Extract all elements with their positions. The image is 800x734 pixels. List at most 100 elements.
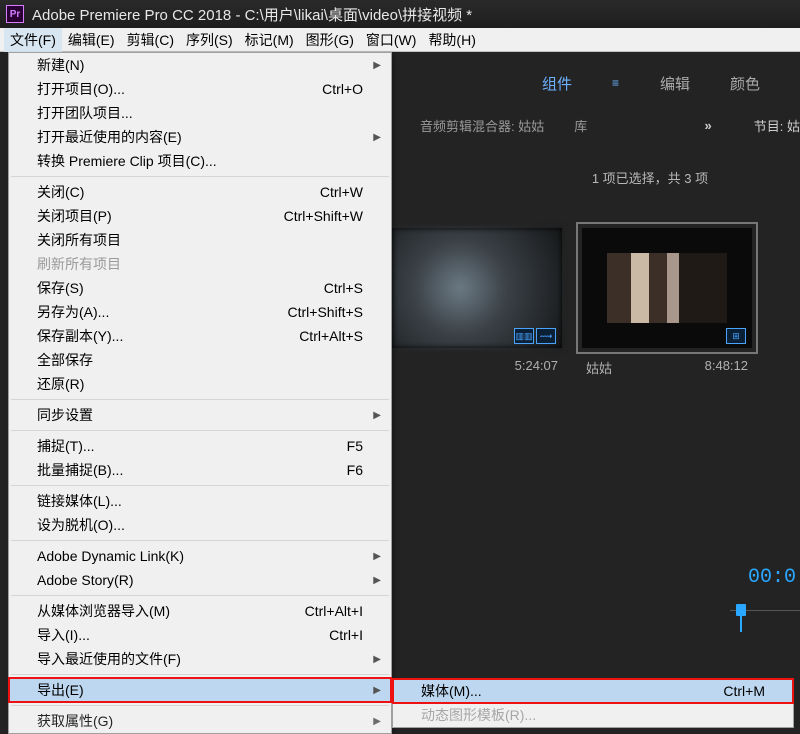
file-menu-item[interactable]: 转换 Premiere Clip 项目(C)... (9, 149, 391, 173)
file-menu-item[interactable]: 设为脱机(O)... (9, 513, 391, 537)
menu-item-label: 关闭(C) (37, 182, 84, 202)
export-submenu-item: 动态图形模板(R)... (393, 703, 793, 727)
menu-file[interactable]: 文件(F) (4, 28, 62, 52)
file-menu-item[interactable]: 获取属性(G) ▶ (9, 709, 391, 733)
menu-help[interactable]: 帮助(H) (422, 28, 481, 52)
file-menu-item[interactable]: 关闭所有项目 (9, 228, 391, 252)
file-menu-item[interactable]: 导入最近使用的文件(F) ▶ (9, 647, 391, 671)
file-menu-item[interactable]: 从媒体浏览器导入(M) Ctrl+Alt+I (9, 599, 391, 623)
file-menu-item[interactable]: 新建(N)▶ (9, 53, 391, 77)
file-menu-item[interactable]: 打开项目(O)...Ctrl+O (9, 77, 391, 101)
menu-item-label: 打开最近使用的内容(E) (37, 127, 182, 147)
file-menu-item[interactable]: 还原(R) (9, 372, 391, 396)
app-icon: Pr (6, 5, 24, 23)
menu-item-label: Adobe Dynamic Link(K) (37, 548, 184, 564)
panel-overflow-icon[interactable]: » (705, 118, 712, 133)
file-menu-item[interactable]: 同步设置 ▶ (9, 403, 391, 427)
submenu-arrow-icon: ▶ (373, 685, 381, 696)
thumbnail[interactable]: ▥▥ ⟿ (392, 228, 562, 348)
submenu-arrow-icon: ▶ (373, 132, 381, 143)
file-menu-item[interactable]: 导入(I)...Ctrl+I (9, 623, 391, 647)
menu-item-label: 设为脱机(O)... (37, 515, 125, 535)
file-menu-item[interactable]: 保存(S) Ctrl+S (9, 276, 391, 300)
menu-separator (11, 485, 389, 486)
file-menu-item[interactable]: 保存副本(Y)...Ctrl+Alt+S (9, 324, 391, 348)
menu-item-label: 链接媒体(L)... (37, 491, 122, 511)
thumb-duration: 5:24:07 (515, 358, 558, 373)
submenu-arrow-icon: ▶ (373, 575, 381, 586)
file-menu-item[interactable]: 关闭(C)Ctrl+W (9, 180, 391, 204)
menu-item-shortcut: Ctrl+S (324, 280, 363, 296)
menu-item-label: 打开团队项目... (37, 103, 133, 123)
thumbnail-image (607, 253, 727, 323)
menu-item-shortcut: F5 (347, 438, 363, 454)
ws-burger-icon[interactable]: ≡ (612, 76, 620, 90)
ws-tab-components[interactable]: 组件 (542, 73, 572, 94)
file-menu-item[interactable]: 捕捉(T)... F5 (9, 434, 391, 458)
menu-item-label: 获取属性(G) (37, 711, 113, 731)
file-menu-item: 刷新所有项目 (9, 252, 391, 276)
thumb-name: 姑姑 (586, 358, 612, 377)
ws-tab-edit[interactable]: 编辑 (660, 73, 690, 94)
menu-edit[interactable]: 编辑(E) (62, 28, 121, 52)
menu-separator (11, 705, 389, 706)
menu-item-label: 导入最近使用的文件(F) (37, 649, 181, 669)
timecode[interactable]: 00:0 (748, 566, 796, 589)
video-icon: ▥▥ (514, 328, 534, 344)
file-menu-item[interactable]: 全部保存 (9, 348, 391, 372)
file-menu-item[interactable]: 打开最近使用的内容(E) ▶ (9, 125, 391, 149)
file-menu-item[interactable]: Adobe Dynamic Link(K)▶ (9, 544, 391, 568)
menu-separator (11, 399, 389, 400)
file-menu-item[interactable]: 打开团队项目... (9, 101, 391, 125)
file-menu-item[interactable]: 另存为(A)...Ctrl+Shift+S (9, 300, 391, 324)
tab-library[interactable]: 库 (574, 116, 587, 135)
menu-item-label: 关闭所有项目 (37, 230, 121, 250)
menu-item-label: 捕捉(T)... (37, 436, 95, 456)
submenu-arrow-icon: ▶ (373, 716, 381, 727)
file-menu-item[interactable]: Adobe Story(R) ▶ (9, 568, 391, 592)
menu-item-shortcut: Ctrl+Alt+I (305, 603, 363, 619)
menu-separator (11, 176, 389, 177)
menu-separator (11, 595, 389, 596)
menu-clip[interactable]: 剪辑(C) (121, 28, 180, 52)
file-menu-item[interactable]: 关闭项目(P)Ctrl+Shift+W (9, 204, 391, 228)
menubar: 文件(F) 编辑(E) 剪辑(C) 序列(S) 标记(M) 图形(G) 窗口(W… (0, 28, 800, 52)
menu-item-label: 保存(S) (37, 278, 84, 298)
menu-item-label: Adobe Story(R) (37, 572, 133, 588)
file-menu-item[interactable]: 导出(E) ▶ (9, 678, 391, 702)
file-menu-item[interactable]: 链接媒体(L)... (9, 489, 391, 513)
playhead-icon[interactable] (736, 604, 746, 616)
menu-separator (11, 674, 389, 675)
menu-item-label: 转换 Premiere Clip 项目(C)... (37, 151, 217, 171)
menu-item-label: 关闭项目(P) (37, 206, 112, 226)
window-title: Adobe Premiere Pro CC 2018 - C:\用户\likai… (32, 4, 472, 25)
audio-icon: ⟿ (536, 328, 556, 344)
file-menu-dropdown: 新建(N)▶打开项目(O)...Ctrl+O打开团队项目...打开最近使用的内容… (8, 52, 392, 734)
submenu-arrow-icon: ▶ (373, 410, 381, 421)
menu-item-label: 全部保存 (37, 350, 93, 370)
workspace-tabs: 组件 ≡ 编辑 颜色 (400, 52, 800, 114)
thumb-card[interactable]: ⊞ 姑姑 8:48:12 (582, 228, 752, 377)
ws-tab-color[interactable]: 颜色 (730, 73, 760, 94)
menu-item-label: 保存副本(Y)... (37, 326, 123, 346)
menu-item-shortcut: Ctrl+Shift+S (288, 304, 363, 320)
tab-program[interactable]: 节目: 姑 (754, 116, 800, 135)
menu-sequence[interactable]: 序列(S) (180, 28, 239, 52)
menu-item-label: 导出(E) (37, 680, 84, 700)
menu-item-label: 从媒体浏览器导入(M) (37, 601, 170, 621)
thumbnail-selected[interactable]: ⊞ (582, 228, 752, 348)
panel-tabs: 音频剪辑混合器: 姑姑 库 » 节目: 姑 (400, 110, 800, 140)
menu-graphics[interactable]: 图形(G) (300, 28, 360, 52)
menu-item-shortcut: Ctrl+M (723, 683, 765, 699)
thumb-card[interactable]: ▥▥ ⟿ 5:24:07 (392, 228, 562, 377)
menu-separator (11, 430, 389, 431)
submenu-arrow-icon: ▶ (373, 60, 381, 71)
tab-audio-mixer[interactable]: 音频剪辑混合器: 姑姑 (420, 116, 544, 135)
menu-window[interactable]: 窗口(W) (360, 28, 423, 52)
file-menu-item[interactable]: 批量捕捉(B)...F6 (9, 458, 391, 482)
export-submenu-item[interactable]: 媒体(M)...Ctrl+M (393, 679, 793, 703)
menu-item-label: 同步设置 (37, 405, 93, 425)
submenu-arrow-icon: ▶ (373, 654, 381, 665)
menu-marker[interactable]: 标记(M) (239, 28, 300, 52)
export-submenu: 媒体(M)...Ctrl+M动态图形模板(R)... (392, 678, 794, 728)
